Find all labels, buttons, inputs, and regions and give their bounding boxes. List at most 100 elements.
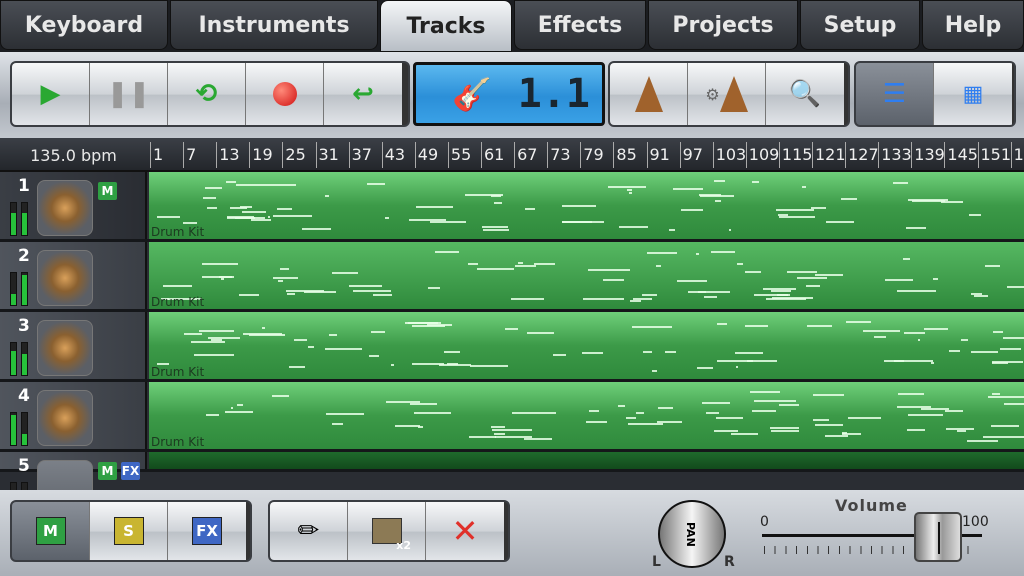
midi-note bbox=[202, 262, 238, 265]
midi-note bbox=[588, 269, 630, 272]
midi-note bbox=[229, 206, 247, 209]
midi-note bbox=[642, 294, 657, 297]
list-view-button[interactable]: ☰ bbox=[856, 63, 934, 125]
tab-help[interactable]: Help bbox=[922, 0, 1024, 50]
track-state-group: M S FX bbox=[10, 500, 252, 562]
track-header[interactable]: 1M bbox=[0, 172, 147, 239]
midi-note bbox=[504, 328, 519, 331]
midi-note bbox=[776, 208, 815, 211]
record-button[interactable] bbox=[246, 63, 324, 125]
midi-note bbox=[971, 292, 983, 295]
metronome-button[interactable] bbox=[610, 63, 688, 125]
midi-note bbox=[207, 337, 240, 340]
track-lane[interactable]: Drum Kit bbox=[149, 172, 1024, 239]
tab-projects[interactable]: Projects bbox=[648, 0, 798, 50]
tempo-label[interactable]: 135.0 bpm bbox=[0, 138, 147, 172]
track-row[interactable]: 5 M FX bbox=[0, 452, 1024, 516]
midi-note bbox=[706, 412, 720, 415]
midi-note bbox=[736, 262, 744, 265]
midi-note bbox=[728, 228, 732, 231]
edit-track-button[interactable]: ✏ bbox=[270, 502, 348, 560]
midi-note bbox=[301, 228, 331, 231]
track-lane[interactable] bbox=[149, 452, 1024, 469]
solo-button[interactable]: S bbox=[90, 502, 168, 560]
midi-note bbox=[970, 351, 998, 354]
tab-setup[interactable]: Setup bbox=[800, 0, 920, 50]
zoom-button[interactable]: 🔍 bbox=[766, 63, 844, 125]
fx-button[interactable]: FX bbox=[168, 502, 246, 560]
tab-instruments[interactable]: Instruments bbox=[170, 0, 378, 50]
midi-note bbox=[277, 207, 293, 210]
track-lane[interactable]: Drum Kit bbox=[149, 312, 1024, 379]
grid-view-button[interactable]: ▦ bbox=[934, 63, 1012, 125]
midi-note bbox=[647, 251, 677, 254]
pause-button[interactable]: ❚❚ bbox=[90, 63, 168, 125]
tab-keyboard[interactable]: Keyboard bbox=[0, 0, 168, 50]
undo-button[interactable]: ↩ bbox=[324, 63, 402, 125]
mute-button[interactable]: M bbox=[12, 502, 90, 560]
ruler-tick: 151 bbox=[977, 142, 1011, 168]
play-button[interactable]: ▶ bbox=[12, 63, 90, 125]
drum-kit-icon[interactable] bbox=[37, 250, 93, 306]
track-fx-badge[interactable]: FX bbox=[121, 462, 140, 480]
delete-track-button[interactable]: ✕ bbox=[426, 502, 504, 560]
midi-note bbox=[752, 180, 760, 183]
fx-icon: FX bbox=[192, 517, 222, 545]
track-lane[interactable]: Drum Kit bbox=[149, 382, 1024, 449]
midi-note bbox=[206, 207, 218, 210]
midi-note bbox=[493, 201, 502, 204]
ruler-tick: 43 bbox=[381, 142, 405, 168]
midi-note bbox=[628, 192, 633, 195]
midi-note bbox=[511, 298, 544, 301]
ruler-tick: 13 bbox=[216, 142, 240, 168]
tab-tracks[interactable]: Tracks bbox=[380, 0, 512, 52]
drum-kit-icon[interactable] bbox=[37, 180, 93, 236]
midi-note bbox=[944, 409, 964, 412]
track-header[interactable]: 3 bbox=[0, 312, 147, 379]
midi-note bbox=[967, 439, 999, 442]
track-number: 1 bbox=[18, 176, 30, 196]
midi-note bbox=[190, 341, 225, 344]
midi-note bbox=[325, 195, 329, 198]
pan-knob[interactable]: PAN bbox=[658, 500, 726, 568]
midi-note bbox=[239, 294, 260, 297]
play-icon: ▶ bbox=[40, 79, 61, 109]
metronome-settings-button[interactable]: ⚙ bbox=[688, 63, 766, 125]
track-mute-badge[interactable]: M bbox=[98, 182, 117, 200]
duplicate-track-button[interactable]: x2 bbox=[348, 502, 426, 560]
track-row[interactable]: 1 M Drum Kit bbox=[0, 172, 1024, 242]
close-icon: ✕ bbox=[451, 512, 479, 550]
track-header[interactable]: 4 bbox=[0, 382, 147, 449]
drum-kit-icon[interactable] bbox=[37, 320, 93, 376]
track-row[interactable]: 3 Drum Kit bbox=[0, 312, 1024, 382]
midi-note bbox=[697, 290, 706, 293]
midi-note bbox=[525, 208, 535, 211]
tab-effects[interactable]: Effects bbox=[514, 0, 646, 50]
ruler-tick: 145 bbox=[944, 142, 978, 168]
drum-kit-icon[interactable] bbox=[37, 390, 93, 446]
track-name: Drum Kit bbox=[151, 225, 205, 239]
ruler-tick: 37 bbox=[348, 142, 372, 168]
loop-button[interactable]: ⟲ bbox=[168, 63, 246, 125]
midi-note bbox=[898, 392, 924, 395]
midi-note bbox=[655, 265, 661, 268]
level-meter bbox=[21, 202, 28, 236]
midi-note bbox=[512, 412, 531, 415]
midi-note bbox=[664, 350, 677, 353]
metronome-icon bbox=[719, 76, 748, 112]
midi-note bbox=[635, 411, 645, 414]
track-row[interactable]: 2 Drum Kit bbox=[0, 242, 1024, 312]
midi-note bbox=[226, 181, 236, 184]
ruler-tick: 31 bbox=[315, 142, 339, 168]
timeline-ruler[interactable]: 135.0 bpm 1 7 13 19 25 31 37 43 49 55 61 67 73 79 85 91… bbox=[0, 138, 1024, 172]
midi-note bbox=[715, 200, 722, 203]
track-header[interactable]: 5 M FX bbox=[0, 452, 147, 516]
track-mute-badge[interactable]: M bbox=[98, 462, 117, 480]
midi-note bbox=[771, 289, 792, 292]
track-lane[interactable]: Drum Kit bbox=[149, 242, 1024, 309]
midi-note bbox=[991, 425, 1019, 428]
track-header[interactable]: 2 bbox=[0, 242, 147, 309]
volume-slider-thumb[interactable] bbox=[914, 512, 962, 562]
midi-note bbox=[243, 333, 283, 336]
track-row[interactable]: 4 Drum Kit bbox=[0, 382, 1024, 452]
